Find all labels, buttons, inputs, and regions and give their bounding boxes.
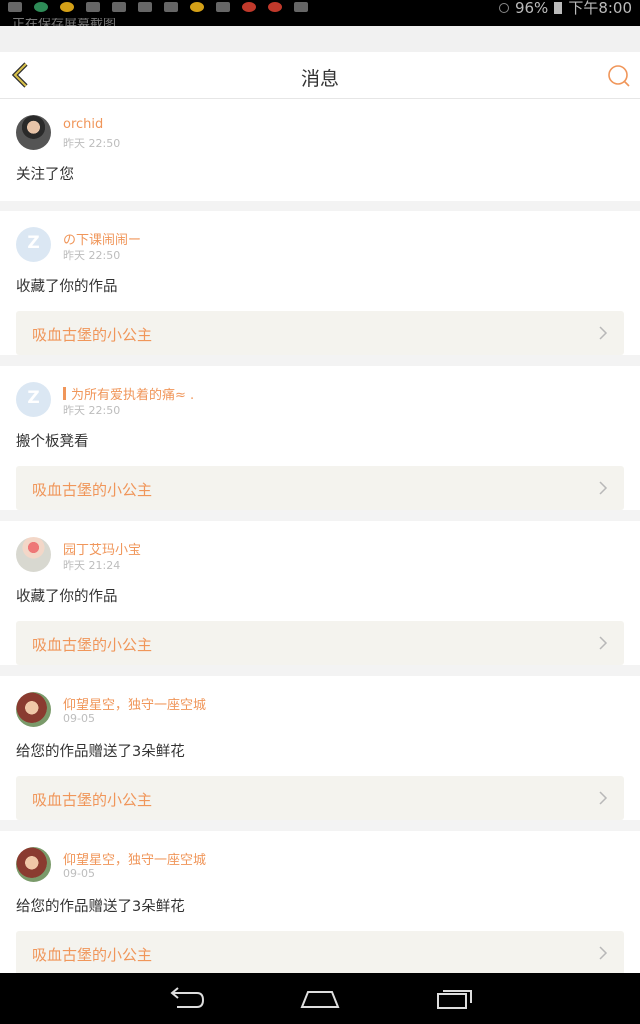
avatar[interactable] <box>16 847 51 882</box>
avatar[interactable] <box>16 227 51 262</box>
app-icon-3 <box>242 2 256 12</box>
weibo-icon <box>268 2 282 12</box>
nav-home-button[interactable] <box>298 983 342 1013</box>
avatar[interactable] <box>16 537 51 572</box>
work-title: 吸血古堡的小公主 <box>32 946 153 964</box>
status-right: 96% 下午8:00 <box>498 0 632 18</box>
tiktok-icon <box>112 2 126 12</box>
message-header: 仰望星空，独守一座空城 09-05 <box>16 831 624 885</box>
message-item[interactable]: の下课闹闹ー 昨天 22:50 收藏了你的作品 吸血古堡的小公主 <box>0 211 640 355</box>
work-title: 吸血古堡的小公主 <box>32 791 153 809</box>
chrome-icon <box>34 2 48 12</box>
search-button[interactable] <box>606 63 632 89</box>
chevron-right-icon <box>599 636 608 650</box>
message-text: 搬个板凳看 <box>16 434 89 450</box>
message-text: 收藏了你的作品 <box>16 279 118 295</box>
location-icon <box>138 2 152 12</box>
message-time: 昨天 22:50 <box>63 137 121 150</box>
recent-apps-icon <box>437 990 472 1009</box>
user-name[interactable]: orchid <box>63 117 103 132</box>
work-title: 吸血古堡的小公主 <box>32 326 153 344</box>
message-header: 园丁艾玛小宝 昨天 21:24 <box>16 521 624 575</box>
message-text: 给您的作品赠送了3朵鲜花 <box>16 899 185 915</box>
app-icon-2 <box>190 2 204 12</box>
app-icon <box>60 2 74 12</box>
image-icon <box>164 2 178 12</box>
user-name[interactable]: 园丁艾玛小宝 <box>63 539 141 558</box>
work-link[interactable]: 吸血古堡的小公主 <box>16 621 624 665</box>
back-icon <box>170 987 205 1008</box>
user-name[interactable]: 为所有爱执着的痛≈ . <box>63 384 194 403</box>
page-title: 消息 <box>300 68 339 90</box>
avatar[interactable] <box>16 115 51 150</box>
status-bar: 正在保存屏幕截图 96% 下午8:00 <box>0 0 640 26</box>
chevron-right-icon <box>599 481 608 495</box>
work-title: 吸血古堡的小公主 <box>32 636 153 654</box>
work-link[interactable]: 吸血古堡的小公主 <box>16 776 624 820</box>
home-icon <box>300 991 340 1008</box>
nav-recent-button[interactable] <box>433 983 477 1013</box>
user-name[interactable]: の下课闹闹ー <box>63 229 141 248</box>
game-icon <box>216 2 230 12</box>
work-link[interactable]: 吸血古堡的小公主 <box>16 311 624 355</box>
screenshot-notification-area <box>0 26 640 52</box>
gallery-icon <box>8 2 22 12</box>
message-header: の下课闹闹ー 昨天 22:50 <box>16 211 624 265</box>
message-time: 昨天 22:50 <box>63 404 121 417</box>
battery-icon <box>554 1 563 14</box>
message-text: 收藏了你的作品 <box>16 589 118 605</box>
message-header: 仰望星空，独守一座空城 09-05 <box>16 676 624 730</box>
clock: 下午8:00 <box>568 0 632 17</box>
chevron-right-icon <box>599 791 608 805</box>
chevron-right-icon <box>599 946 608 960</box>
message-time: 昨天 22:50 <box>63 249 121 262</box>
message-item[interactable]: 仰望星空，独守一座空城 09-05 给您的作品赠送了3朵鲜花 吸血古堡的小公主 <box>0 831 640 973</box>
work-link[interactable]: 吸血古堡的小公主 <box>16 466 624 510</box>
avatar[interactable] <box>16 692 51 727</box>
header: 消息 <box>0 52 640 99</box>
notification-icons <box>8 0 308 14</box>
message-item[interactable]: 园丁艾玛小宝 昨天 21:24 收藏了你的作品 吸血古堡的小公主 <box>0 521 640 665</box>
mute-icon <box>86 2 100 12</box>
message-item[interactable]: 为所有爱执着的痛≈ . 昨天 22:50 搬个板凳看 吸血古堡的小公主 <box>0 366 640 510</box>
message-list[interactable]: orchid 昨天 22:50 关注了您 の下课闹闹ー 昨天 22:50 收藏了… <box>0 99 640 973</box>
chevron-right-icon <box>599 326 608 340</box>
message-text: 关注了您 <box>16 167 74 183</box>
message-text: 给您的作品赠送了3朵鲜花 <box>16 744 185 760</box>
search-icon <box>608 65 630 87</box>
work-title: 吸血古堡的小公主 <box>32 481 153 499</box>
notification-text: 正在保存屏幕截图 <box>12 18 117 26</box>
nav-back-button[interactable] <box>163 983 207 1013</box>
message-item[interactable]: orchid 昨天 22:50 关注了您 <box>0 99 640 201</box>
message-item[interactable]: 仰望星空，独守一座空城 09-05 给您的作品赠送了3朵鲜花 吸血古堡的小公主 <box>0 676 640 820</box>
battery-level: 96% <box>514 0 549 17</box>
message-time: 09-05 <box>63 712 95 725</box>
message-time: 昨天 21:24 <box>63 559 121 572</box>
work-link[interactable]: 吸血古堡的小公主 <box>16 931 624 973</box>
message-time: 09-05 <box>63 867 95 880</box>
user-name[interactable]: 仰望星空，独守一座空城 <box>63 694 206 713</box>
message-header: orchid 昨天 22:50 <box>16 99 624 153</box>
message-header: 为所有爱执着的痛≈ . 昨天 22:50 <box>16 366 624 420</box>
lock-icon <box>294 2 308 12</box>
navigation-bar <box>0 973 640 1024</box>
avatar[interactable] <box>16 382 51 417</box>
vibrate-icon <box>498 2 509 13</box>
user-name[interactable]: 仰望星空，独守一座空城 <box>63 849 206 868</box>
